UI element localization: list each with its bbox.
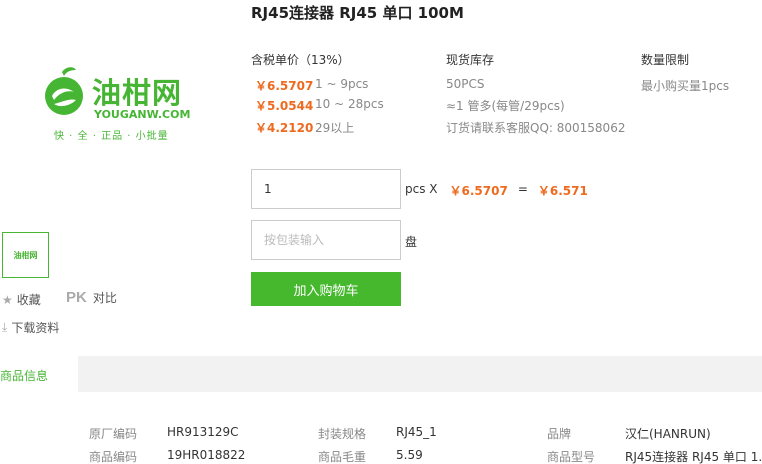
info-value: RJ45连接器 RJ45 单口 1... (625, 450, 762, 464)
favorite-button[interactable]: ★ 收藏 (2, 291, 41, 308)
info-value: 19HR018822 (167, 448, 246, 462)
info-label: 商品毛重 (318, 450, 367, 464)
price-tier: ￥5.0544 10 ~ 28pcs (255, 97, 384, 114)
tab-bar: 商品信息 (0, 356, 762, 392)
info-label: 商品编码 (89, 450, 138, 464)
product-thumbnail[interactable]: 油柑网 (2, 232, 49, 278)
tier-price: ￥5.0544 (255, 99, 314, 113)
package-input[interactable] (251, 220, 401, 260)
equals-sign: = (517, 182, 528, 196)
logo-text-en: YOUGANW.COM (94, 108, 191, 121)
download-icon: ⤓ (2, 320, 8, 334)
price-tier: ￥6.5707 1 ~ 9pcs (255, 77, 368, 94)
pk-icon: PK (66, 289, 87, 306)
download-button[interactable]: ⤓ 下载资料 (2, 319, 59, 336)
thumbnail-logo: 油柑网 (13, 250, 38, 260)
calc-total: ￥6.571 (537, 184, 588, 198)
quantity-input[interactable] (251, 169, 401, 209)
info-value: 5.59 (396, 448, 423, 462)
download-label: 下载资料 (11, 321, 60, 335)
compare-label: 对比 (92, 291, 117, 305)
qty-unit: pcs X (405, 182, 438, 196)
info-value: HR913129C (167, 425, 239, 439)
price-calculation: pcs X ￥6.5707 = ￥6.571 (405, 182, 588, 199)
favorite-label: 收藏 (16, 293, 41, 307)
logo-text-cn: 油柑网 (92, 76, 183, 110)
package-unit: 盘 (405, 235, 418, 249)
info-label: 原厂编码 (89, 427, 138, 441)
logo-slogan: 快 · 全 · 正品 · 小批量 (54, 131, 169, 142)
info-value: 汉仁(HANRUN) (625, 427, 711, 441)
compare-button[interactable]: PK 对比 (66, 289, 117, 306)
info-value: RJ45_1 (396, 425, 437, 439)
site-logo[interactable]: 油柑网 YOUGANW.COM 快 · 全 · 正品 · 小批量 (40, 64, 190, 144)
limit-header: 数量限制 (641, 53, 690, 67)
tier-qty: 10 ~ 28pcs (315, 97, 384, 111)
tier-qty: 1 ~ 9pcs (315, 77, 369, 91)
stock-qty: 50PCS (446, 77, 485, 91)
tab-product-info[interactable]: 商品信息 (0, 356, 78, 392)
tier-qty: 29以上 (315, 121, 355, 135)
star-icon: ★ (2, 292, 13, 307)
stock-tubes: ≈1 管多(每管/29pcs) (446, 99, 565, 113)
stock-contact: 订货请联系客服QQ: 800158062 (446, 121, 626, 135)
add-to-cart-button[interactable]: 加入购物车 (251, 272, 401, 306)
price-tier: ￥4.2120 29以上 (255, 119, 354, 136)
limit-text: 最小购买量1pcs (641, 79, 730, 93)
logo-mark-icon (45, 67, 83, 115)
info-label: 封装规格 (318, 427, 367, 441)
tier-price: ￥4.2120 (255, 121, 314, 135)
info-label: 商品型号 (547, 450, 596, 464)
price-header: 含税单价（13%） (251, 53, 350, 67)
stock-header: 现货库存 (446, 53, 495, 67)
info-label: 品牌 (547, 427, 572, 441)
product-title: RJ45连接器 RJ45 单口 100M (251, 4, 464, 22)
tier-price: ￥6.5707 (255, 79, 314, 93)
calc-unit-price: ￥6.5707 (449, 184, 508, 198)
